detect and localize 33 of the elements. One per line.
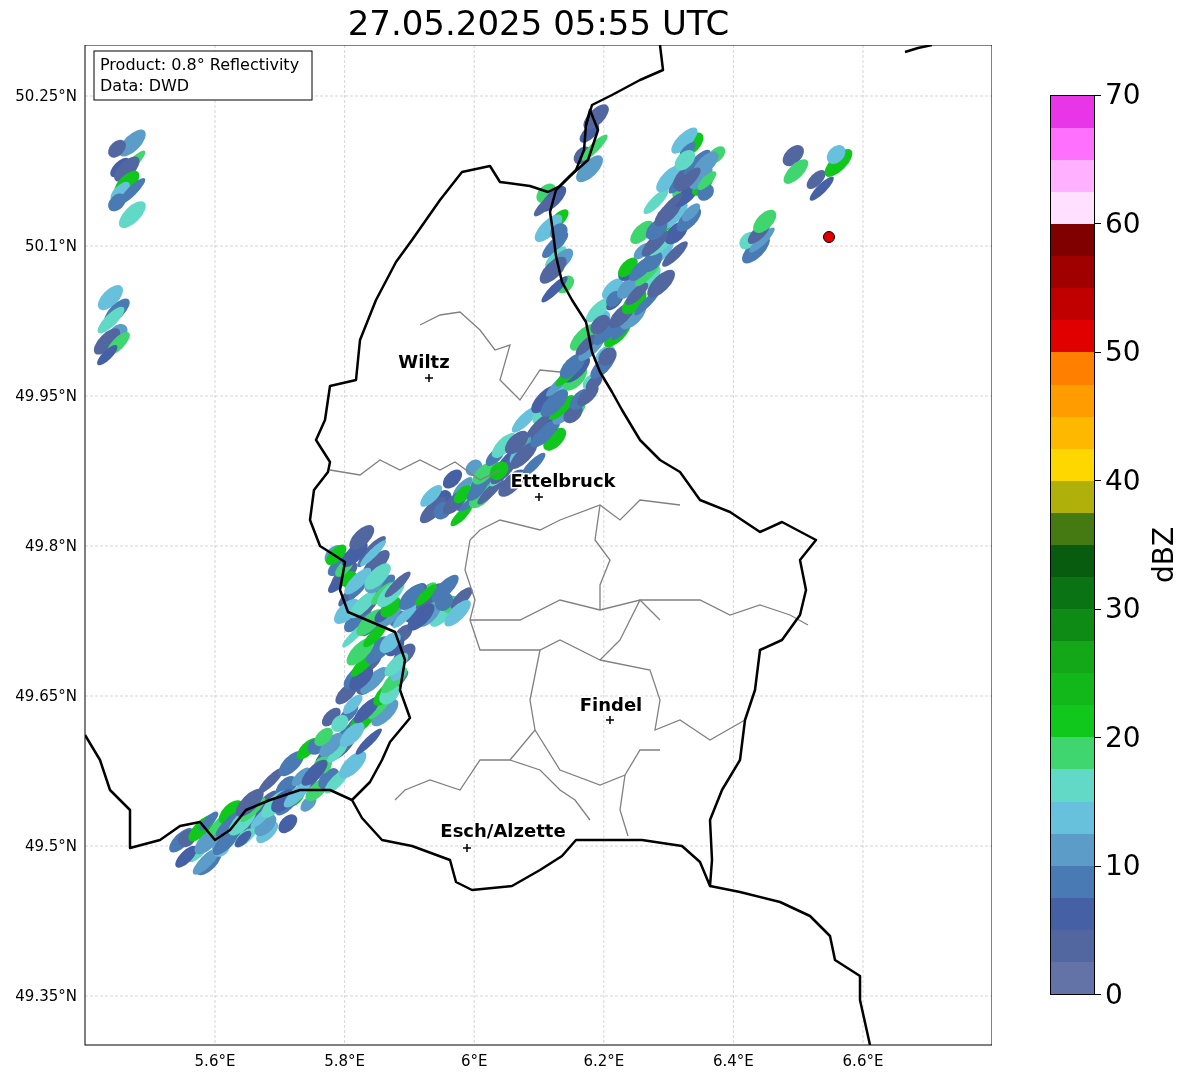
- info-text: Data: DWD: [100, 76, 190, 95]
- city-marker-icon: [424, 373, 434, 383]
- axis-tick-label: 49.35°N: [15, 987, 77, 1005]
- city-marker-icon: [534, 492, 544, 502]
- axis-tick-label: 5.6°E: [194, 1052, 236, 1070]
- city-marker-icon: [462, 843, 472, 853]
- colorbar-tick-label: 60: [1105, 205, 1141, 242]
- colorbar-tick-label: 70: [1105, 77, 1141, 113]
- axis-tick-label: 5.8°E: [324, 1052, 365, 1070]
- colorbar-tick-label: 0: [1105, 976, 1123, 1013]
- chart-title: 27.05.2025 05:55 UTC: [346, 1, 731, 45]
- colorbar-tick-label: 30: [1105, 591, 1141, 628]
- axis-tick-label: 6°E: [460, 1052, 488, 1070]
- axis-tick-label: 6.4°E: [713, 1052, 754, 1070]
- axis-tick-label: 49.5°N: [24, 837, 77, 855]
- axis-tick-label: 49.65°N: [15, 687, 77, 705]
- city-label: Esch/Alzette: [440, 820, 566, 841]
- axis-tick-label: 6.2°E: [583, 1052, 625, 1070]
- colorbar-tick-label: 20: [1105, 719, 1141, 756]
- colorbar-tick-label: 40: [1105, 462, 1141, 499]
- location-marker: [823, 231, 835, 243]
- axis-tick-label: 50.25°N: [15, 87, 77, 105]
- axis-tick-label: 50.1°N: [24, 237, 77, 255]
- city-marker-icon: [605, 715, 615, 725]
- city-label: Findel: [579, 694, 643, 715]
- colorbar-tick-label: 50: [1105, 334, 1141, 371]
- info-text: Product: 0.8° Reflectivity: [100, 55, 300, 74]
- colorbar-tick-label: 10: [1105, 848, 1141, 885]
- axis-tick-label: 6.6°E: [842, 1052, 884, 1070]
- axis-tick-label: 49.8°N: [24, 537, 77, 555]
- city-label: Wiltz: [398, 351, 450, 372]
- colorbar-label: dBZ: [1146, 526, 1180, 584]
- axis-tick-label: 49.95°N: [15, 387, 77, 405]
